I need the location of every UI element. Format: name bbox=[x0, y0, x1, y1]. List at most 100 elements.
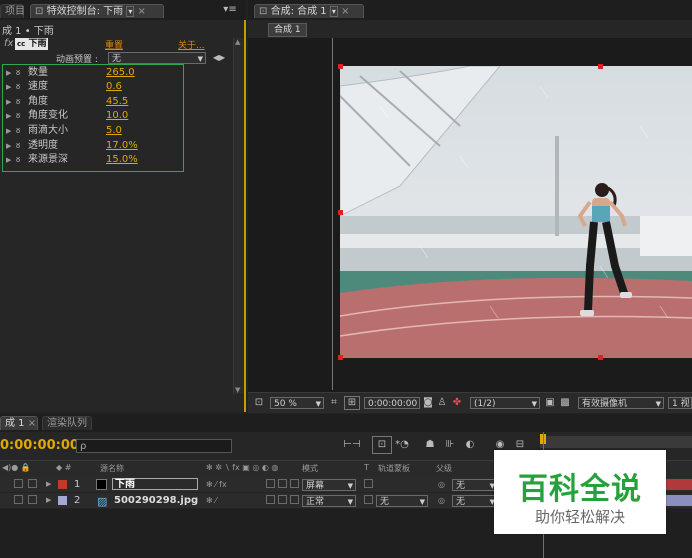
prop-value[interactable]: 45.5 bbox=[106, 95, 128, 109]
lock-switch[interactable] bbox=[28, 495, 37, 504]
expand-triangle-icon[interactable]: ▶ bbox=[6, 109, 16, 123]
zoom-dropdown[interactable]: 50 % ▼ bbox=[270, 397, 324, 409]
scrollbar[interactable]: ▲ ▼ bbox=[233, 38, 244, 394]
channel-icon[interactable]: ✤ bbox=[450, 396, 464, 410]
mask-toggle-icon[interactable]: ⊞ bbox=[344, 396, 360, 410]
col-parent[interactable]: 父级 bbox=[436, 463, 452, 474]
prop-row-speed[interactable]: ▶ ᴕ 速度 0.6 bbox=[6, 80, 122, 94]
stopwatch-icon[interactable]: ᴕ bbox=[16, 66, 28, 80]
stopwatch-icon[interactable]: ᴕ bbox=[16, 139, 28, 153]
parent-dropdown[interactable]: 无 ▼ bbox=[452, 495, 498, 507]
parent-dropdown[interactable]: 无 ▼ bbox=[452, 479, 498, 491]
parent-pickwhip-icon[interactable]: ◎ bbox=[438, 477, 445, 492]
show-snapshot-icon[interactable]: ♙ bbox=[436, 396, 448, 410]
lock-icon[interactable]: ⊡ bbox=[259, 6, 267, 17]
expand-triangle-icon[interactable]: ▶ bbox=[6, 139, 16, 153]
preset-dropdown[interactable]: 无 ▼ bbox=[108, 52, 206, 64]
track-matte-dropdown[interactable]: 无 ▼ bbox=[376, 495, 428, 507]
close-icon[interactable]: × bbox=[341, 6, 349, 17]
region-of-interest-icon[interactable]: ▣ bbox=[544, 396, 556, 410]
col-source-name[interactable]: 源名称 bbox=[100, 463, 124, 474]
scroll-down-icon[interactable]: ▼ bbox=[235, 386, 240, 394]
close-icon[interactable]: × bbox=[138, 6, 146, 17]
switch-box[interactable] bbox=[278, 495, 287, 504]
stopwatch-icon[interactable]: ᴕ bbox=[16, 153, 28, 167]
comp-mini-flowchart-icon[interactable]: ⊢⊣ bbox=[342, 438, 362, 452]
prop-value[interactable]: 5.0 bbox=[106, 124, 122, 138]
shy-icon[interactable]: ☗ bbox=[422, 438, 438, 452]
col-t[interactable]: T bbox=[364, 463, 369, 472]
layer-search-input[interactable]: ρ bbox=[76, 439, 232, 453]
time-ruler[interactable] bbox=[540, 436, 692, 448]
solo-switch[interactable] bbox=[14, 495, 23, 504]
tab-project[interactable]: 项目 bbox=[0, 4, 25, 18]
panel-menu-icon[interactable]: ▾≡ bbox=[220, 3, 240, 17]
parent-pickwhip-icon[interactable]: ◎ bbox=[438, 493, 445, 508]
prop-value[interactable]: 0.6 bbox=[106, 80, 122, 94]
expand-triangle-icon[interactable]: ▶ bbox=[6, 66, 16, 80]
layer-handle[interactable] bbox=[598, 64, 603, 69]
resolution-dropdown[interactable]: (1/2) ▼ bbox=[470, 397, 540, 409]
effect-title[interactable]: cc 下雨 bbox=[15, 38, 49, 50]
tab-menu-dropdown-icon[interactable]: ▾ bbox=[126, 6, 135, 17]
prop-row-angle-variation[interactable]: ▶ ᴕ 角度变化 10.0 bbox=[6, 109, 128, 123]
layer-switches-icons[interactable]: ✻ ⁄ bbox=[206, 493, 217, 508]
solo-switch[interactable] bbox=[14, 479, 23, 488]
label-color-swatch[interactable] bbox=[58, 480, 67, 489]
col-mode[interactable]: 模式 bbox=[302, 463, 318, 474]
always-preview-icon[interactable]: ⊡ bbox=[252, 396, 266, 410]
preset-prev-next-icon[interactable]: ◀▶ bbox=[208, 51, 230, 65]
switch-box[interactable] bbox=[266, 479, 275, 488]
switch-box[interactable] bbox=[290, 479, 299, 488]
layer-handle[interactable] bbox=[338, 210, 343, 215]
expand-triangle-icon[interactable]: ▶ bbox=[6, 95, 16, 109]
label-color-swatch[interactable] bbox=[58, 496, 67, 505]
expand-triangle-icon[interactable]: ▶ bbox=[46, 493, 51, 508]
tab-timeline-comp[interactable]: 成 1 × bbox=[0, 416, 38, 430]
tab-composition[interactable]: ⊡ 合成: 合成 1 ▾ × bbox=[254, 4, 364, 18]
composition-frame-image[interactable] bbox=[340, 66, 692, 358]
switch-box[interactable] bbox=[278, 479, 287, 488]
frame-blending-icon[interactable]: ⊪ bbox=[442, 438, 458, 452]
prop-row-drop-size[interactable]: ▶ ᴕ 雨滴大小 5.0 bbox=[6, 124, 122, 138]
expand-triangle-icon[interactable]: ▶ bbox=[6, 153, 16, 167]
switch-box[interactable] bbox=[266, 495, 275, 504]
expand-triangle-icon[interactable]: ▶ bbox=[46, 477, 51, 492]
stopwatch-icon[interactable]: ᴕ bbox=[16, 80, 28, 94]
blend-mode-dropdown[interactable]: 屏幕 ▼ bbox=[302, 479, 356, 491]
prop-row-source-depth[interactable]: ▶ ᴕ 来源景深 15.0% bbox=[6, 153, 138, 167]
grid-icon[interactable]: ⌗ bbox=[328, 396, 340, 410]
transparency-grid-icon[interactable]: ▩ bbox=[558, 396, 572, 410]
layer-switches-icons[interactable]: ✻ ⁄ fx bbox=[206, 477, 227, 492]
camera-dropdown[interactable]: 有效摄像机 ▼ bbox=[578, 397, 664, 409]
draft-3d-icon[interactable]: *◔ bbox=[394, 438, 410, 452]
prop-value[interactable]: 17.0% bbox=[106, 139, 138, 153]
lock-icon[interactable]: ⊡ bbox=[35, 6, 43, 17]
expand-triangle-icon[interactable]: ▶ bbox=[6, 124, 16, 138]
tab-effect-controls[interactable]: ⊡ 特效控制台: 下雨 ▾ × bbox=[30, 4, 164, 18]
preserve-transparency-switch[interactable] bbox=[364, 479, 373, 488]
layer-handle[interactable] bbox=[338, 355, 343, 360]
tab-comp-1[interactable]: 合成 1 bbox=[268, 23, 307, 37]
reset-button[interactable]: 重置 bbox=[105, 38, 123, 51]
prop-row-amount[interactable]: ▶ ᴕ 数量 265.0 bbox=[6, 66, 135, 80]
prop-value[interactable]: 265.0 bbox=[106, 66, 135, 80]
prop-row-angle[interactable]: ▶ ᴕ 角度 45.5 bbox=[6, 95, 128, 109]
timecode-display[interactable]: 0:00:00:00 bbox=[364, 397, 420, 409]
layer-handle[interactable] bbox=[598, 355, 603, 360]
stopwatch-icon[interactable]: ᴕ bbox=[16, 124, 28, 138]
prop-value[interactable]: 15.0% bbox=[106, 153, 138, 167]
lock-switch[interactable] bbox=[28, 479, 37, 488]
scroll-up-icon[interactable]: ▲ bbox=[235, 38, 240, 46]
expand-triangle-icon[interactable]: ▶ bbox=[6, 80, 16, 94]
timeline-timecode[interactable]: 0:00:00:00 bbox=[0, 438, 79, 453]
layer-name[interactable]: 下雨 bbox=[112, 478, 198, 490]
switch-box[interactable] bbox=[290, 495, 299, 504]
stopwatch-icon[interactable]: ᴕ bbox=[16, 95, 28, 109]
close-icon[interactable]: × bbox=[28, 418, 36, 429]
col-trkmat[interactable]: 轨道蒙板 bbox=[378, 463, 410, 474]
stopwatch-icon[interactable]: ᴕ bbox=[16, 109, 28, 123]
motion-blur-icon[interactable]: ◐ bbox=[462, 438, 478, 452]
layer-name[interactable]: 500290298.jpg bbox=[114, 493, 198, 508]
blend-mode-dropdown[interactable]: 正常 ▼ bbox=[302, 495, 356, 507]
